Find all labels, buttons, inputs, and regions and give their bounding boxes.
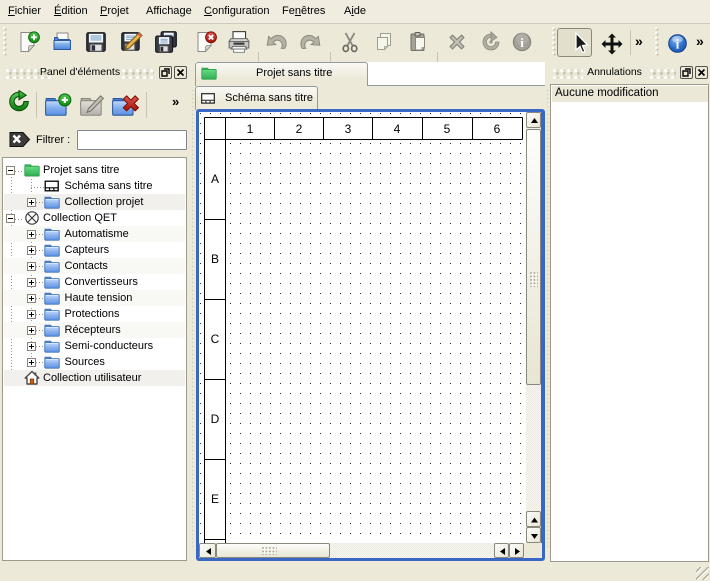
svg-text:i: i bbox=[520, 35, 524, 50]
svg-text:6: 6 bbox=[494, 122, 501, 136]
svg-text:A: A bbox=[211, 172, 219, 186]
svg-text:2: 2 bbox=[296, 122, 303, 136]
svg-text:4: 4 bbox=[394, 122, 401, 136]
svg-text:3: 3 bbox=[345, 122, 352, 136]
svg-text:5: 5 bbox=[444, 122, 451, 136]
svg-text:D: D bbox=[211, 412, 220, 426]
svg-text:i: i bbox=[676, 37, 680, 52]
svg-text:E: E bbox=[211, 492, 219, 506]
svg-text:C: C bbox=[211, 332, 220, 346]
svg-text:B: B bbox=[211, 252, 219, 266]
svg-text:1: 1 bbox=[247, 122, 254, 136]
